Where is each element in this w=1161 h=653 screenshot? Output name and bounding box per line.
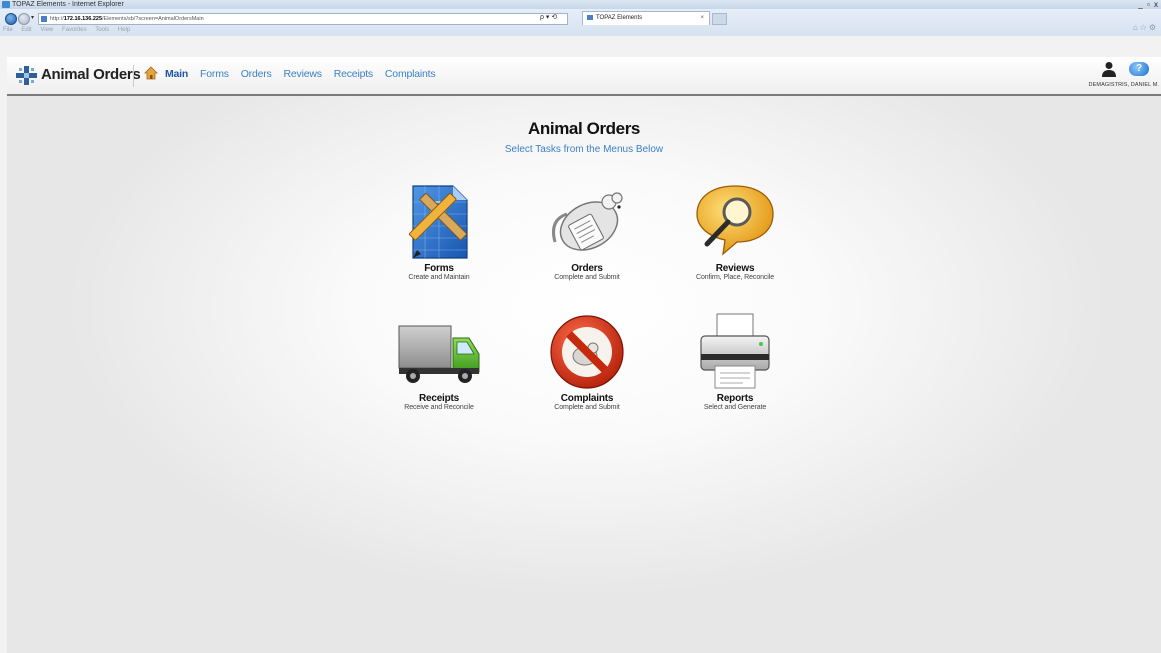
home-icon[interactable] xyxy=(144,66,158,80)
forms-tile[interactable]: Forms Create and Maintain xyxy=(374,180,504,281)
menu-view[interactable]: View xyxy=(40,27,53,33)
orders-mouse-icon xyxy=(552,192,623,251)
main-content: Animal Orders Select Tasks from the Menu… xyxy=(7,96,1161,653)
reviews-magnifier-icon xyxy=(696,185,774,256)
forms-icon xyxy=(408,185,468,259)
tab-page-icon xyxy=(587,14,593,20)
menu-tools[interactable]: Tools xyxy=(95,27,109,33)
search-refresh-icons[interactable]: ρ ▾ ⟲ xyxy=(540,13,557,21)
header-divider xyxy=(133,65,134,87)
page-title: Animal Orders xyxy=(528,119,640,138)
menu-file[interactable]: File xyxy=(3,27,13,33)
home-favorites-settings-icons[interactable]: ⌂☆⚙ xyxy=(1133,23,1158,32)
nav-orders[interactable]: Orders xyxy=(241,68,272,80)
reviews-desc: Confirm, Place, Reconcile xyxy=(695,274,775,281)
user-name[interactable]: DEMAGISTRIS, DANIEL M. xyxy=(1089,82,1159,88)
user-icon[interactable] xyxy=(1101,61,1117,77)
complaints-tile[interactable]: Complaints Complete and Submit xyxy=(522,310,652,411)
browser-toolbar: ▾ http://172.16.136.225/Elements/sb/?scr… xyxy=(0,9,1161,36)
nav-complaints[interactable]: Complaints xyxy=(385,68,436,80)
url-host: 172.16.136.225 xyxy=(63,16,102,22)
nav-reviews[interactable]: Reviews xyxy=(284,68,322,80)
orders-desc: Complete and Submit xyxy=(554,274,620,281)
receipts-truck-icon xyxy=(398,325,480,383)
new-tab-button[interactable] xyxy=(712,13,727,25)
app-header: Animal Orders Main Forms Orders Reviews … xyxy=(7,57,1161,96)
forms-desc: Create and Maintain xyxy=(408,274,470,281)
tab-title: TOPAZ Elements xyxy=(596,15,643,21)
complaints-label: Complaints xyxy=(560,393,614,404)
help-icon[interactable]: ? xyxy=(1129,62,1149,76)
url-prefix: http:// xyxy=(50,16,64,22)
menu-bar: File Edit View Favorites Tools Help xyxy=(3,27,137,33)
forward-button[interactable] xyxy=(18,13,30,25)
address-bar[interactable]: http://172.16.136.225/Elements/sb/?scree… xyxy=(38,13,568,25)
reviews-tile[interactable]: Reviews Confirm, Place, Reconcile xyxy=(670,180,800,281)
main-nav: Main Forms Orders Reviews Receipts Compl… xyxy=(165,68,444,80)
complaints-no-mouse-icon xyxy=(550,315,624,389)
receipts-tile[interactable]: Receipts Receive and Reconcile xyxy=(374,310,504,411)
app-brand[interactable]: Animal Orders xyxy=(41,66,141,83)
receipts-label: Receipts xyxy=(418,393,460,404)
back-button[interactable] xyxy=(5,13,17,25)
history-dropdown-icon[interactable]: ▾ xyxy=(31,14,34,21)
reports-printer-icon xyxy=(700,313,770,389)
reports-label: Reports xyxy=(716,393,754,404)
nav-forms[interactable]: Forms xyxy=(200,68,229,80)
page-icon xyxy=(41,15,47,22)
receipts-desc: Receive and Reconcile xyxy=(404,404,474,411)
window-title: TOPAZ Elements - Internet Explorer xyxy=(12,1,124,8)
complaints-desc: Complete and Submit xyxy=(554,404,620,411)
forms-label: Forms xyxy=(424,263,454,274)
ie-app-icon xyxy=(2,1,10,8)
reviews-label: Reviews xyxy=(715,263,755,274)
app-logo-icon xyxy=(16,66,37,85)
nav-main[interactable]: Main xyxy=(165,68,188,80)
window-titlebar: TOPAZ Elements - Internet Explorer _ ▫ x xyxy=(0,0,1161,9)
reports-tile[interactable]: Reports Select and Generate xyxy=(670,310,800,411)
page-subtitle: Select Tasks from the Menus Below xyxy=(504,144,664,155)
menu-help[interactable]: Help xyxy=(118,27,130,33)
menu-edit[interactable]: Edit xyxy=(21,27,31,33)
reports-desc: Select and Generate xyxy=(703,404,767,411)
orders-label: Orders xyxy=(571,263,603,274)
url-path: /Elements/sb/?screen=AnimalOrdersMain xyxy=(102,16,204,22)
orders-tile[interactable]: Orders Complete and Submit xyxy=(522,180,652,281)
tab-close-icon[interactable]: × xyxy=(700,12,704,25)
nav-receipts[interactable]: Receipts xyxy=(334,68,373,80)
menu-favorites[interactable]: Favorites xyxy=(62,27,87,33)
browser-tab[interactable]: TOPAZ Elements × xyxy=(582,11,710,25)
window-controls[interactable]: _ ▫ x xyxy=(1138,0,1159,9)
